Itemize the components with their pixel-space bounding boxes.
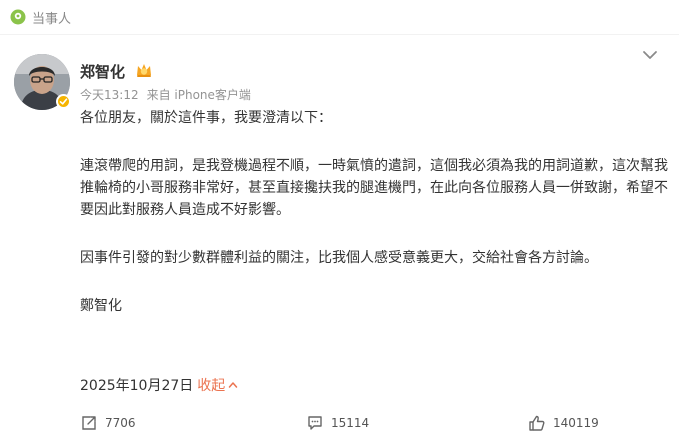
comment-button[interactable]: 15114 [306, 414, 369, 432]
post-source: 来自 iPhone客户端 [146, 88, 251, 102]
repost-icon [82, 416, 96, 430]
post-meta: 今天13:12 来自 iPhone客户端 [80, 86, 251, 103]
author-name[interactable]: 郑智化 [80, 61, 125, 82]
topic-tag[interactable]: 当事人 [10, 6, 71, 28]
comment-count: 15114 [331, 416, 370, 430]
location-pin-icon [10, 9, 26, 25]
chevron-up-icon [229, 382, 238, 388]
post-date-row: 2025年10月27日 收起 [80, 375, 238, 395]
fan-badge-icon [137, 64, 151, 77]
repost-button[interactable]: 7706 [80, 414, 136, 432]
collapse-label: 收起 [197, 378, 226, 394]
topic-tag-label: 当事人 [32, 11, 72, 27]
chevron-down-icon[interactable] [641, 46, 659, 64]
thumbs-up-icon [529, 415, 545, 431]
post-date: 2025年10月27日 [80, 378, 194, 394]
post-paragraph: 各位朋友，關於這件事，我要澄清以下： [80, 110, 332, 126]
repost-count: 7706 [105, 416, 136, 430]
collapse-button[interactable]: 收起 [197, 375, 238, 395]
like-count: 140119 [553, 416, 599, 430]
post-paragraph: 因事件引發的對少數群體利益的關注，比我個人感受意義更大，交給社會各方討論。 [80, 250, 598, 266]
post-signature: 鄭智化 [80, 298, 122, 314]
header-divider [0, 34, 679, 35]
like-button[interactable]: 140119 [528, 414, 599, 432]
post-body: 各位朋友，關於這件事，我要澄清以下： 連滾帶爬的用詞，是我登機過程不順，一時氣憤… [80, 107, 670, 317]
verified-badge-icon [56, 94, 71, 109]
comment-icon [308, 416, 322, 430]
post-paragraph: 連滾帶爬的用詞，是我登機過程不順，一時氣憤的遣詞，這個我必須為我的用詞道歉，這次… [80, 158, 668, 218]
post-timestamp[interactable]: 今天13:12 [80, 88, 139, 102]
